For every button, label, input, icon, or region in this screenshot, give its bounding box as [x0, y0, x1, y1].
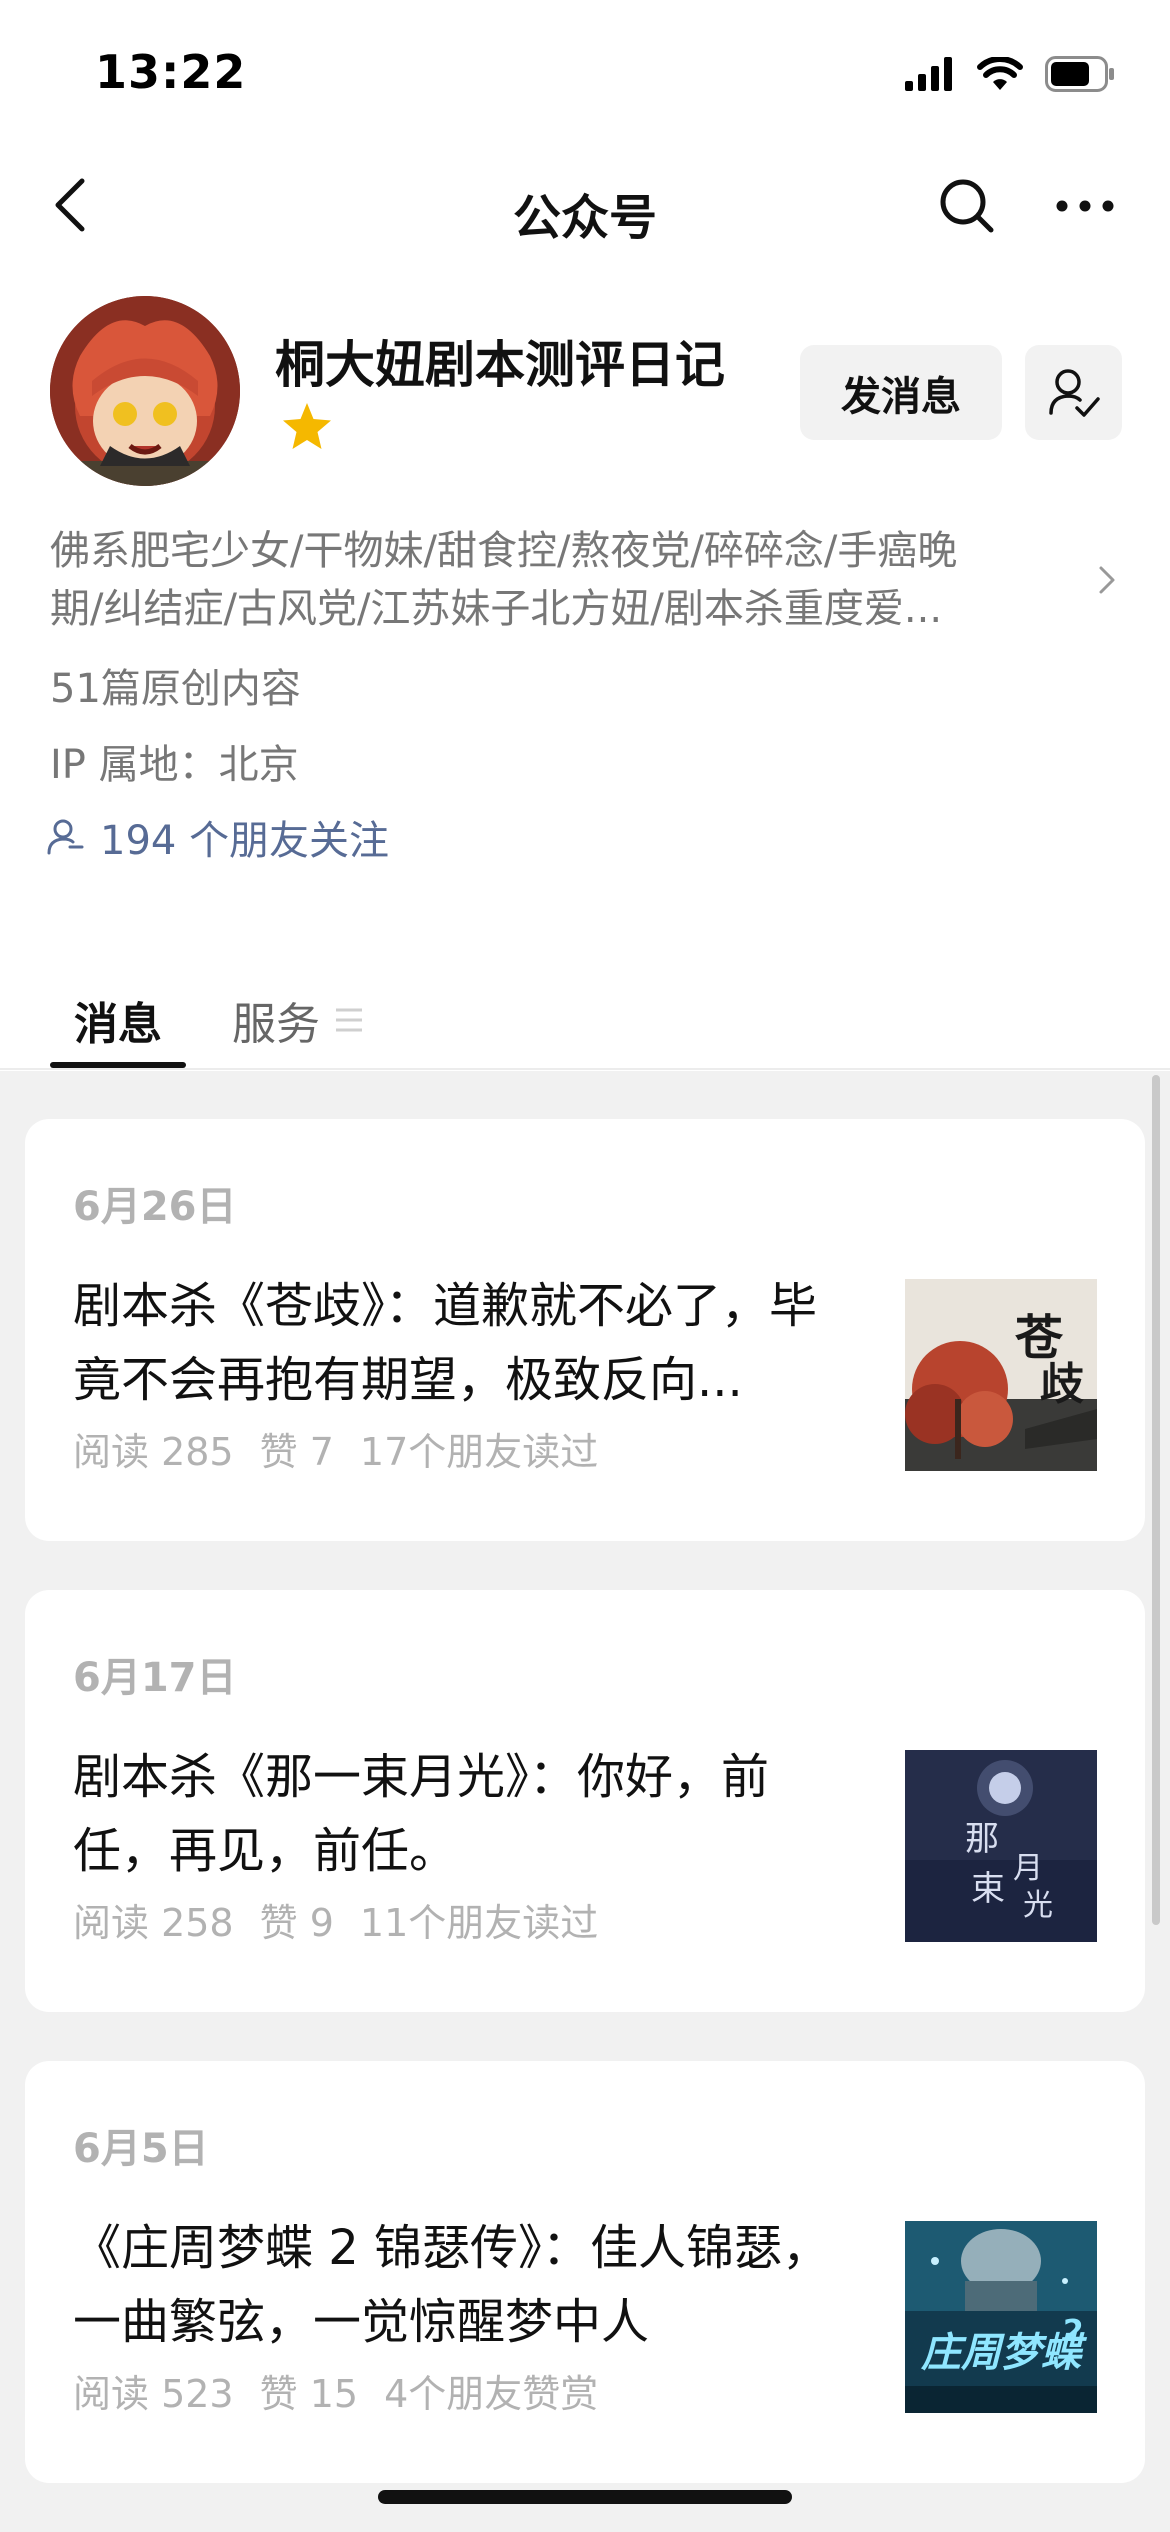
- article-social: 11个朋友读过: [359, 1901, 599, 1945]
- article-thumbnail[interactable]: 苍 歧: [905, 1279, 1097, 1471]
- article-social: 17个朋友读过: [359, 1430, 599, 1474]
- search-button[interactable]: [935, 174, 999, 238]
- svg-text:月: 月: [1013, 1851, 1043, 1886]
- svg-text:那: 那: [965, 1819, 999, 1859]
- tab-services-label: 服务: [232, 999, 320, 1050]
- more-button[interactable]: [1050, 174, 1120, 238]
- avatar[interactable]: [50, 296, 240, 486]
- chevron-right-icon[interactable]: [1092, 562, 1122, 598]
- article-card[interactable]: 6月26日 剧本杀《苍歧》：道歉就不必了，毕竟不会再抱有期望，极致反向... 阅…: [25, 1119, 1145, 1541]
- friends-follow-text: 194 个朋友关注: [100, 818, 390, 864]
- article-date: 6月5日: [73, 2126, 209, 2172]
- bio-line-1: 佛系肥宅少女/干物妹/甜食控/熬夜党/碎碎念/手癌晚: [50, 528, 958, 574]
- nav-bar: 公众号: [0, 160, 1170, 250]
- friends-follow-link[interactable]: 194 个朋友关注: [46, 808, 389, 866]
- article-likes: 赞 9: [259, 1901, 334, 1945]
- article-meta: 阅读 523 赞 15 4个朋友赞赏: [73, 2363, 624, 2418]
- article-likes: 赞 15: [259, 2372, 359, 2416]
- svg-text:苍: 苍: [1015, 1310, 1064, 1366]
- article-likes: 赞 7: [259, 1430, 334, 1474]
- article-reads: 阅读 523: [73, 2372, 234, 2416]
- send-message-button[interactable]: 发消息: [800, 345, 1002, 440]
- bio-line-2: 期/纠结症/古风党/江苏妹子北方妞/剧本杀重度爱...: [50, 586, 943, 632]
- svg-text:光: 光: [1023, 1888, 1053, 1923]
- article-reads: 阅读 258: [73, 1901, 234, 1945]
- article-title[interactable]: 剧本杀《那一束月光》：你好，前任，再见，前任。: [73, 1740, 833, 1888]
- more-icon: [1056, 200, 1114, 212]
- article-thumbnail[interactable]: 庄周梦蝶 2: [905, 2221, 1097, 2413]
- bio[interactable]: 佛系肥宅少女/干物妹/甜食控/熬夜党/碎碎念/手癌晚 期/纠结症/古风党/江苏妹…: [50, 522, 1090, 638]
- follow-check-icon: [1048, 368, 1100, 417]
- star-icon: [283, 403, 331, 449]
- wifi-icon: [977, 57, 1023, 90]
- article-meta: 阅读 285 赞 7 17个朋友读过: [73, 1421, 624, 1476]
- search-icon: [940, 179, 994, 233]
- status-time: 13:22: [95, 45, 247, 99]
- article-date: 6月17日: [73, 1655, 237, 1701]
- svg-text:束: 束: [971, 1869, 1005, 1909]
- home-indicator[interactable]: [378, 2490, 792, 2504]
- article-card[interactable]: 6月17日 剧本杀《那一束月光》：你好，前任，再见，前任。 阅读 258 赞 9 1…: [25, 1590, 1145, 2012]
- friends-icon: [47, 819, 84, 855]
- article-card[interactable]: 6月5日 《庄周梦蝶 2 锦瑟传》：佳人锦瑟，一曲繁弦，一觉惊醒梦中人 阅读 5…: [25, 2061, 1145, 2483]
- menu-lines-icon: [336, 1008, 362, 1032]
- svg-text:歧: 歧: [1040, 1359, 1084, 1410]
- article-reads: 阅读 285: [73, 1430, 234, 1474]
- article-date: 6月26日: [73, 1184, 237, 1230]
- status-icons: [905, 52, 1115, 96]
- article-title[interactable]: 剧本杀《苍歧》：道歉就不必了，毕竟不会再抱有期望，极致反向...: [73, 1269, 833, 1417]
- article-thumbnail[interactable]: 那 束 月 光: [905, 1750, 1097, 1942]
- account-name: 桐大妞剧本测评日记: [275, 336, 725, 394]
- signal-icon: [905, 57, 952, 91]
- ip-location: IP 属地：北京: [50, 742, 299, 788]
- battery-icon: [1045, 56, 1114, 92]
- article-meta: 阅读 258 赞 9 11个朋友读过: [73, 1892, 624, 1947]
- tab-services[interactable]: 服务: [232, 988, 364, 1052]
- original-count: 51篇原创内容: [50, 666, 301, 712]
- tab-active-indicator: [50, 1062, 186, 1068]
- article-title[interactable]: 《庄周梦蝶 2 锦瑟传》：佳人锦瑟，一曲繁弦，一觉惊醒梦中人: [73, 2211, 833, 2359]
- svg-text:2: 2: [1063, 2314, 1084, 2349]
- scrollbar[interactable]: [1152, 1075, 1160, 1925]
- message-feed[interactable]: 6月26日 剧本杀《苍歧》：道歉就不必了，毕竟不会再抱有期望，极致反向... 阅…: [0, 1071, 1170, 2532]
- tab-messages[interactable]: 消息: [50, 988, 186, 1052]
- follow-status-button[interactable]: [1025, 345, 1122, 440]
- article-social: 4个朋友赞赏: [384, 2372, 599, 2416]
- status-bar: 13:22: [0, 0, 1170, 150]
- tab-bar: 消息 服务: [0, 970, 1170, 1070]
